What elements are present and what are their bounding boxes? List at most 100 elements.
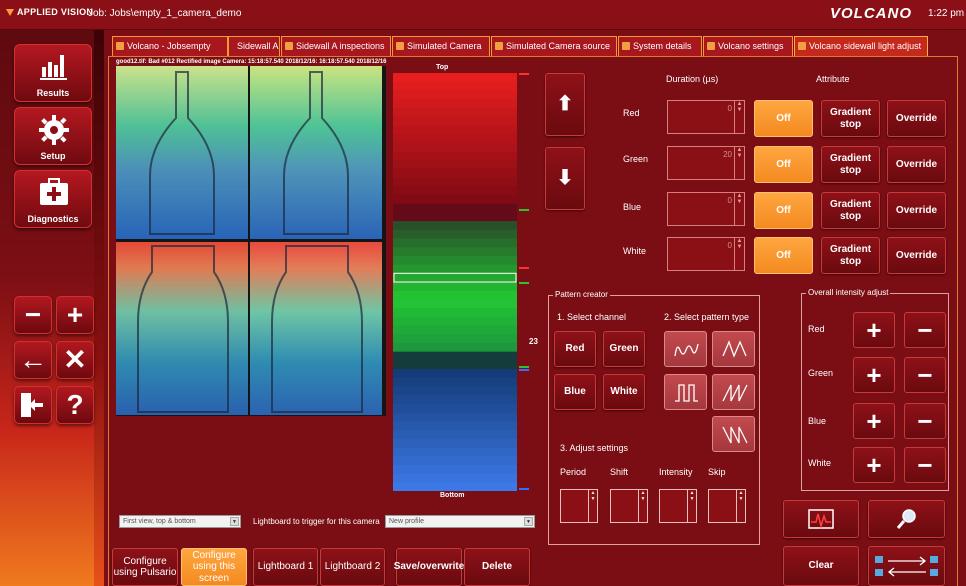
- overall-blue-plus-button[interactable]: +: [853, 403, 895, 439]
- save-overwrite-button[interactable]: Save/overwrite: [394, 548, 464, 586]
- move-up-button[interactable]: ⬆: [545, 73, 585, 136]
- duration-red-input[interactable]: 0 ▲ ▼: [667, 100, 745, 134]
- camera-image-view[interactable]: [116, 66, 386, 416]
- lightboard-row[interactable]: [393, 81, 517, 91]
- spinner-arrows-icon[interactable]: ▲ ▼: [588, 490, 597, 522]
- lightboard-row[interactable]: [393, 299, 517, 309]
- lightboard-row[interactable]: [393, 229, 517, 239]
- lightboard-row[interactable]: [393, 360, 517, 370]
- shift-input[interactable]: ▲ ▼: [610, 489, 648, 523]
- overall-green-plus-button[interactable]: +: [853, 357, 895, 393]
- channel-white-button[interactable]: White: [603, 374, 645, 410]
- lightboard-row[interactable]: [393, 212, 517, 222]
- configure-pulsario-button[interactable]: Configure using Pulsario: [112, 548, 178, 586]
- skip-input[interactable]: ▲ ▼: [708, 489, 746, 523]
- magnify-button[interactable]: [868, 500, 945, 538]
- overall-green-minus-button[interactable]: −: [904, 357, 946, 393]
- tab-system-details[interactable]: System details: [618, 36, 702, 56]
- spinner-arrows-icon[interactable]: ▲ ▼: [734, 193, 744, 225]
- duration-white-input[interactable]: 0 ▲ ▼: [667, 237, 745, 271]
- lightboard-row[interactable]: [393, 412, 517, 422]
- channel-red-button[interactable]: Red: [554, 331, 596, 367]
- lightboard-row[interactable]: [393, 203, 517, 213]
- lightboard-row[interactable]: [393, 473, 517, 483]
- intensity-input[interactable]: ▲ ▼: [659, 489, 697, 523]
- lightboard-row[interactable]: [393, 342, 517, 352]
- blue-gradient-stop-button[interactable]: Gradient stop: [821, 192, 880, 229]
- spinner-arrows-icon[interactable]: ▲ ▼: [687, 490, 696, 522]
- lightboard-row[interactable]: [393, 438, 517, 448]
- waveform-button[interactable]: [783, 500, 859, 538]
- lightboard-row[interactable]: [393, 403, 517, 413]
- pattern-square-button[interactable]: [664, 374, 707, 410]
- lightboard-row[interactable]: [393, 255, 517, 265]
- lightboard-row[interactable]: [393, 125, 517, 135]
- blue-off-button[interactable]: Off: [754, 192, 813, 229]
- lightboard-row[interactable]: [393, 194, 517, 204]
- white-off-button[interactable]: Off: [754, 237, 813, 274]
- lightboard-row[interactable]: [393, 177, 517, 187]
- pattern-sawtooth-button[interactable]: [712, 374, 755, 410]
- tab-volcano-sidewall-light-adjust[interactable]: Volcano sidewall light adjust: [794, 36, 928, 56]
- lightboard-row[interactable]: [393, 351, 517, 361]
- green-off-button[interactable]: Off: [754, 146, 813, 183]
- close-button[interactable]: ✕: [56, 341, 94, 379]
- lightboard-row[interactable]: [393, 273, 517, 283]
- lightboard-row[interactable]: [393, 290, 517, 300]
- lightboard-row[interactable]: [393, 264, 517, 274]
- delete-button[interactable]: Delete: [464, 548, 530, 586]
- lightboard-row[interactable]: [393, 308, 517, 318]
- duration-blue-input[interactable]: 0 ▲ ▼: [667, 192, 745, 226]
- tab-simulated-camera[interactable]: Simulated Camera: [392, 36, 490, 56]
- channel-green-button[interactable]: Green: [603, 331, 645, 367]
- view-select[interactable]: First view, top & bottom ▼: [119, 515, 241, 528]
- lightboard-row[interactable]: [393, 456, 517, 466]
- lightboard-row[interactable]: [393, 447, 517, 457]
- profile-select[interactable]: New profile ▼: [385, 515, 535, 528]
- tab-simulated-camera-source[interactable]: Simulated Camera source: [491, 36, 617, 56]
- blue-override-button[interactable]: Override: [887, 192, 946, 229]
- lightboard-1-button[interactable]: Lightboard 1: [253, 548, 318, 586]
- lightboard-row[interactable]: [393, 73, 517, 83]
- red-off-button[interactable]: Off: [754, 100, 813, 137]
- lightboard-row[interactable]: [393, 464, 517, 474]
- duration-green-input[interactable]: 20 ▲ ▼: [667, 146, 745, 180]
- lightboard-row[interactable]: [393, 116, 517, 126]
- tab-volcano-jobs[interactable]: Volcano - Jobsempty: [112, 36, 228, 56]
- green-override-button[interactable]: Override: [887, 146, 946, 183]
- pattern-reverse-sawtooth-button[interactable]: [712, 416, 755, 452]
- zoom-in-button[interactable]: +: [56, 296, 94, 334]
- zoom-out-button[interactable]: −: [14, 296, 52, 334]
- help-button[interactable]: ?: [56, 386, 94, 424]
- red-gradient-stop-button[interactable]: Gradient stop: [821, 100, 880, 137]
- move-down-button[interactable]: ⬇: [545, 147, 585, 210]
- setup-button[interactable]: Setup: [14, 107, 92, 165]
- overall-red-plus-button[interactable]: +: [853, 312, 895, 348]
- lightboard-row[interactable]: [393, 377, 517, 387]
- overall-white-minus-button[interactable]: −: [904, 447, 946, 483]
- spinner-arrows-icon[interactable]: ▲ ▼: [638, 490, 647, 522]
- lightboard-row[interactable]: [393, 247, 517, 257]
- overall-blue-minus-button[interactable]: −: [904, 403, 946, 439]
- tab-volcano-settings[interactable]: Volcano settings: [703, 36, 793, 56]
- lightboard-row[interactable]: [393, 325, 517, 335]
- lightboard-row[interactable]: [393, 221, 517, 231]
- lightboard-row[interactable]: [393, 334, 517, 344]
- lightboard-row[interactable]: [393, 186, 517, 196]
- lightboard-row[interactable]: [393, 395, 517, 405]
- spinner-arrows-icon[interactable]: ▲ ▼: [734, 238, 744, 270]
- lightboard-row[interactable]: [393, 160, 517, 170]
- overall-red-minus-button[interactable]: −: [904, 312, 946, 348]
- pattern-triangle-button[interactable]: [712, 331, 755, 367]
- lightboard-row[interactable]: [393, 316, 517, 326]
- lightboard-row[interactable]: [393, 168, 517, 178]
- tab-sidewall-a-inspections[interactable]: Sidewall A inspections: [281, 36, 391, 56]
- lightboard-row[interactable]: [393, 421, 517, 431]
- exit-button[interactable]: [14, 386, 52, 424]
- lightboard-row[interactable]: [393, 133, 517, 143]
- lightboard-2-button[interactable]: Lightboard 2: [320, 548, 385, 586]
- diagnostics-button[interactable]: Diagnostics: [14, 170, 92, 228]
- lightboard-row[interactable]: [393, 238, 517, 248]
- lightboard-row[interactable]: [393, 386, 517, 396]
- lightboard-row[interactable]: [393, 142, 517, 152]
